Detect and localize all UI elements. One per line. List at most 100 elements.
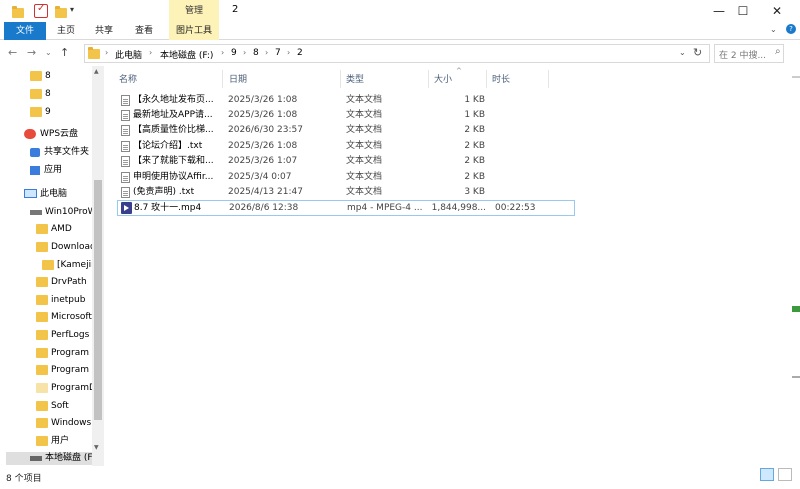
nav-item-shared-folder[interactable]: 共享文件夹 <box>0 144 92 161</box>
crumb-8[interactable]: 8 <box>253 48 259 58</box>
crumb-7[interactable]: 7 <box>275 48 281 58</box>
column-header-duration[interactable]: 时长 <box>492 72 510 88</box>
folder-icon <box>30 89 42 99</box>
nav-item[interactable]: Program <box>0 345 92 362</box>
file-type: 文本文档 <box>346 95 383 105</box>
file-date: 2025/3/26 1:07 <box>228 156 298 166</box>
nav-item[interactable]: 9 <box>0 104 90 121</box>
status-bar: 8 个项目 <box>0 466 800 489</box>
scroll-down-icon[interactable]: ▼ <box>94 444 99 451</box>
quick-access-dropdown-icon[interactable]: ▾ <box>70 5 74 14</box>
column-header-date[interactable]: 日期 <box>229 72 247 88</box>
crumb-9[interactable]: 9 <box>231 48 237 58</box>
expand-ribbon-icon[interactable]: ⌄ <box>770 25 777 34</box>
text-file-icon <box>121 156 130 167</box>
file-row[interactable]: (免责声明) .txt 2025/4/13 21:47 文本文档 3 KB <box>117 185 575 200</box>
crumb-drive-f[interactable]: 本地磁盘 (F:) <box>160 48 213 61</box>
file-row[interactable]: 【高质量性价比梯... 2026/6/30 23:57 文本文档 2 KB <box>117 123 575 138</box>
drive-icon <box>30 456 42 461</box>
scroll-up-icon[interactable]: ▲ <box>94 68 99 75</box>
nav-item[interactable]: [Kamejin <box>0 257 97 274</box>
file-name: 【论坛介绍】.txt <box>133 141 203 151</box>
properties-icon[interactable]: ✓ <box>34 3 48 18</box>
address-bar[interactable]: › 此电脑 › 本地磁盘 (F:) › 9 › 8 › 7 › 2 ⌄ ↻ <box>84 44 710 63</box>
nav-scrollbar-thumb[interactable] <box>94 180 102 420</box>
file-row[interactable]: 【永久地址发布页... 2025/3/26 1:08 文本文档 1 KB <box>117 93 575 108</box>
search-input[interactable]: 在 2 中搜... ⌕ <box>714 44 784 63</box>
details-view-icon[interactable] <box>760 468 774 481</box>
context-tab-manage[interactable]: 管理 <box>169 0 219 22</box>
nav-item[interactable]: AMD <box>0 221 92 238</box>
chevron-right-icon: › <box>287 48 291 57</box>
nav-item-wps-cloud[interactable]: WPS云盘 <box>0 126 90 143</box>
file-row[interactable]: 【来了就能下载和... 2025/3/26 1:07 文本文档 2 KB <box>117 154 575 169</box>
column-divider[interactable] <box>428 70 429 88</box>
nav-item[interactable]: 8 <box>0 68 90 85</box>
item-count: 8 个项目 <box>6 474 42 484</box>
text-file-icon <box>121 110 130 121</box>
file-size: 2 KB <box>464 156 485 166</box>
file-name: 8.7 玫十一.mp4 <box>134 203 202 213</box>
nav-item-drive-c[interactable]: Win10ProW <box>0 204 97 221</box>
tab-home[interactable]: 主页 <box>52 22 80 40</box>
edge-mark <box>792 76 800 78</box>
nav-item[interactable]: Soft <box>0 398 92 415</box>
file-size: 1,844,998... <box>431 203 486 213</box>
nav-item[interactable]: inetpub <box>0 292 92 309</box>
refresh-icon[interactable]: ↻ <box>693 46 702 59</box>
column-divider[interactable] <box>340 70 341 88</box>
nav-item[interactable]: Program <box>0 362 92 379</box>
nav-item[interactable]: Microsoft <box>0 309 92 326</box>
file-date: 2026/6/30 23:57 <box>228 125 303 135</box>
nav-item-this-pc[interactable]: 此电脑 <box>0 186 90 203</box>
tab-share[interactable]: 共享 <box>90 22 118 40</box>
background-window-edge <box>790 66 800 466</box>
large-icons-view-icon[interactable] <box>778 468 792 481</box>
nav-item[interactable]: 用户 <box>0 433 92 450</box>
crumb-this-pc[interactable]: 此电脑 <box>115 48 142 61</box>
nav-item-apps[interactable]: 应用 <box>0 162 90 179</box>
nav-item[interactable]: DrvPath <box>0 274 92 291</box>
file-size: 3 KB <box>464 187 485 197</box>
nav-item[interactable]: 8 <box>0 86 90 103</box>
nav-item[interactable]: Download <box>0 239 96 256</box>
column-header-type[interactable]: 类型 <box>346 72 364 88</box>
apps-icon <box>30 166 40 175</box>
column-divider[interactable] <box>222 70 223 88</box>
search-icon: ⌕ <box>775 46 781 57</box>
file-name: 最新地址及APP请... <box>133 110 213 120</box>
recent-dropdown-icon[interactable]: ⌄ <box>45 48 52 57</box>
tab-file[interactable]: 文件 <box>4 22 46 40</box>
chevron-down-icon[interactable]: ⌄ <box>679 48 686 57</box>
file-size: 2 KB <box>464 172 485 182</box>
nav-item-drive-f[interactable]: 本地磁盘 (F <box>0 452 92 465</box>
tab-picture-tools[interactable]: 图片工具 <box>169 22 219 40</box>
column-header-size[interactable]: 大小 <box>434 72 452 88</box>
column-divider[interactable] <box>548 70 549 88</box>
file-row[interactable]: 申明使用协议Affir... 2025/3/4 0:07 文本文档 2 KB <box>117 170 575 185</box>
file-duration: 00:22:53 <box>495 203 536 213</box>
folder-icon <box>12 6 24 18</box>
up-icon[interactable]: ↑ <box>60 46 69 59</box>
new-folder-icon[interactable] <box>55 6 67 18</box>
text-file-icon <box>121 141 130 152</box>
tab-view[interactable]: 查看 <box>130 22 158 40</box>
folder-icon <box>36 224 48 234</box>
file-date: 2025/4/13 21:47 <box>228 187 303 197</box>
nav-item[interactable]: Windows <box>0 415 92 432</box>
help-icon[interactable]: ? <box>786 24 796 34</box>
title-bar: ✓ ▾ 管理 2 — ☐ ✕ <box>0 0 800 22</box>
drive-icon <box>30 210 42 215</box>
file-row-selected[interactable]: 8.7 玫十一.mp4 2026/8/6 12:38 mp4 - MPEG-4 … <box>117 200 575 216</box>
nav-item[interactable]: ProgramD <box>0 380 96 397</box>
chevron-right-icon: › <box>105 48 109 57</box>
back-icon[interactable]: ← <box>8 46 17 59</box>
close-button[interactable]: ✕ <box>754 0 800 22</box>
column-header-name[interactable]: 名称 <box>119 72 137 88</box>
crumb-2[interactable]: 2 <box>297 48 303 58</box>
file-row[interactable]: 【论坛介绍】.txt 2025/3/26 1:08 文本文档 2 KB <box>117 139 575 154</box>
column-divider[interactable] <box>486 70 487 88</box>
nav-item[interactable]: PerfLogs <box>0 327 92 344</box>
forward-icon[interactable]: → <box>27 46 36 59</box>
file-row[interactable]: 最新地址及APP请... 2025/3/26 1:08 文本文档 1 KB <box>117 108 575 123</box>
